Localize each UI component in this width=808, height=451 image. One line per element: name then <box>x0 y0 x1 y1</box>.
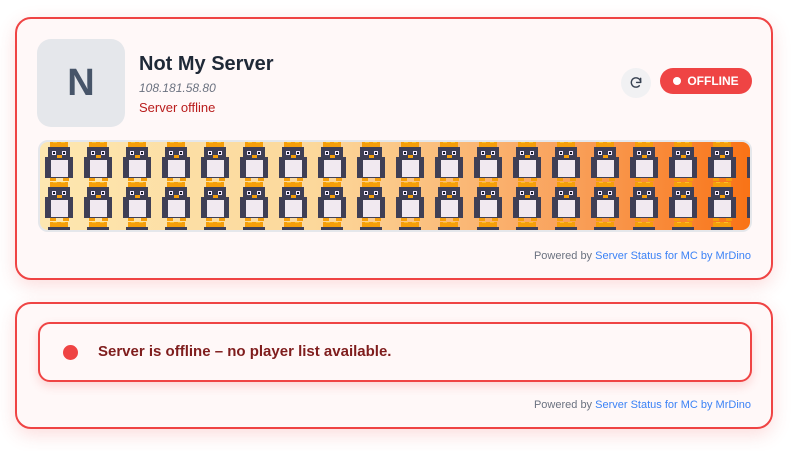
refresh-icon <box>630 77 642 88</box>
powered-by: Powered by Server Status for MC by MrDin… <box>534 250 751 262</box>
penguin-pattern-image <box>40 142 750 230</box>
server-status-text: Server offline <box>139 100 216 115</box>
server-ip: 108.181.58.80 <box>139 81 216 95</box>
offline-notice: Server is offline – no player list avail… <box>38 322 752 382</box>
offline-dot-icon <box>63 345 78 360</box>
player-list-card: Server is offline – no player list avail… <box>15 302 773 429</box>
server-name: Not My Server <box>139 53 274 75</box>
powered-by-prefix: Powered by <box>533 399 593 411</box>
motd-banner <box>38 140 752 232</box>
powered-by-link[interactable]: Server Status for MC by MrDino <box>595 399 751 411</box>
offline-message: Server is offline – no player list avail… <box>98 343 392 360</box>
refresh-button[interactable] <box>621 68 651 98</box>
server-status-card: N Not My Server 108.181.58.80 Server off… <box>15 17 773 280</box>
powered-by-prefix: Powered by <box>533 250 593 262</box>
powered-by-players: Powered by Server Status for MC by MrDin… <box>534 399 751 411</box>
status-badge-label: OFFLINE <box>687 74 739 88</box>
server-avatar: N <box>37 39 125 127</box>
status-badge: OFFLINE <box>660 68 752 94</box>
status-dot-icon <box>673 77 682 85</box>
powered-by-link[interactable]: Server Status for MC by MrDino <box>595 250 751 262</box>
avatar-letter: N <box>67 61 95 104</box>
